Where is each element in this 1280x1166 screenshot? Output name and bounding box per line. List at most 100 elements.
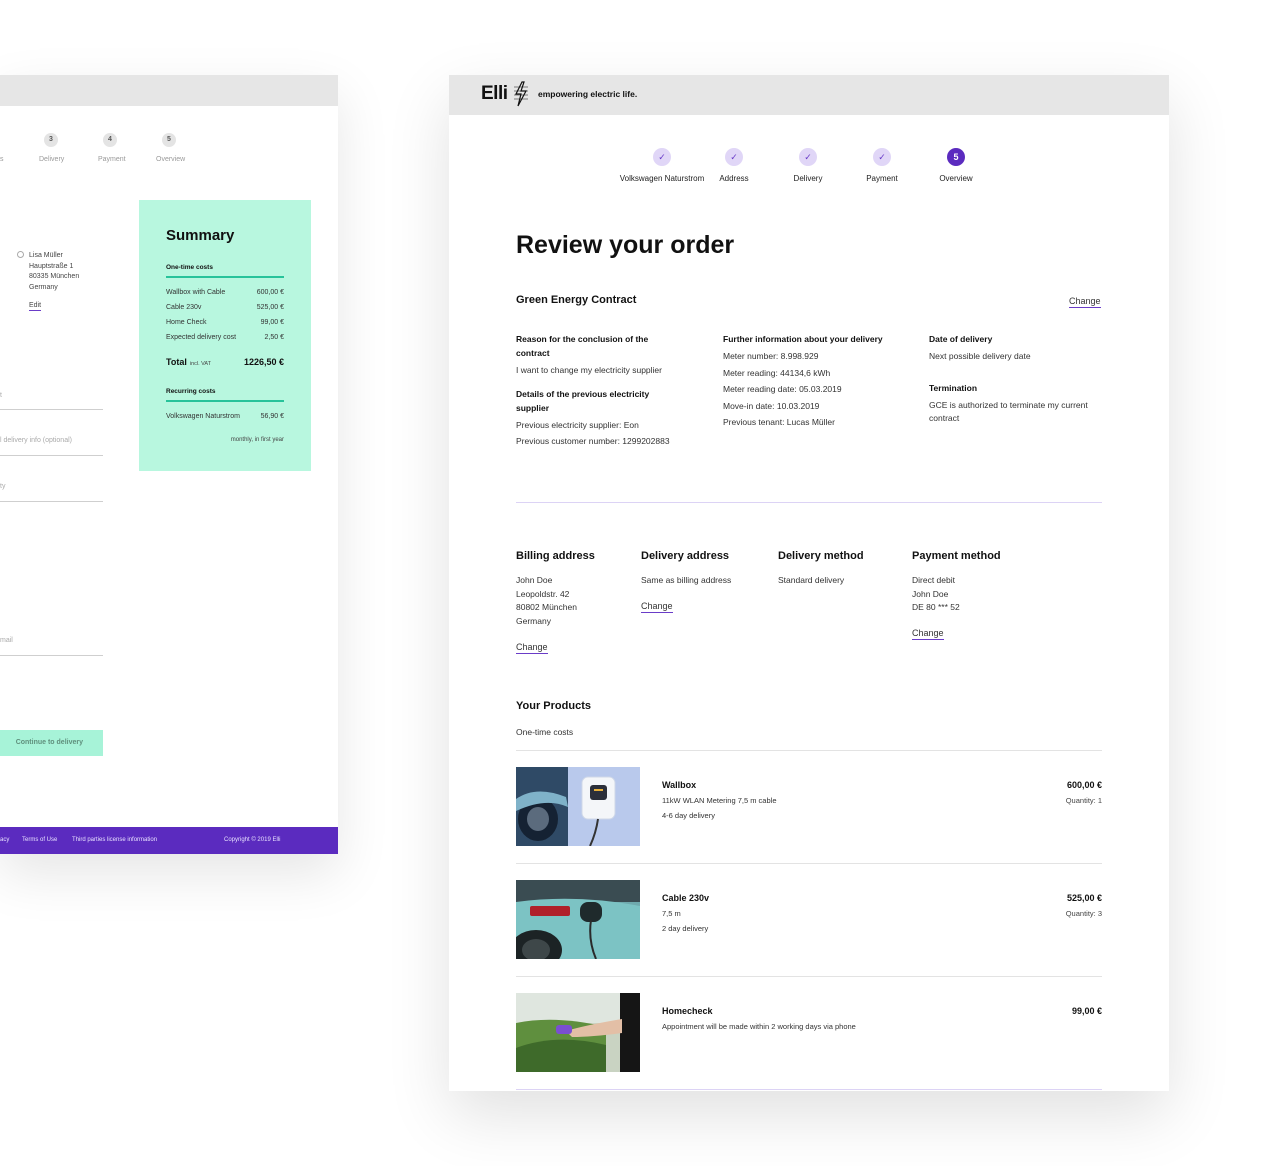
product-name: Homecheck <box>662 1006 713 1016</box>
contract-reason-column: Reason for the conclusion of the contrac… <box>516 332 676 449</box>
step-label: Address <box>719 174 749 183</box>
product-name: Wallbox <box>662 780 697 790</box>
step-delivery[interactable]: ✓ Delivery <box>788 148 828 183</box>
change-delivery-address-link[interactable]: Change <box>641 601 673 613</box>
meter-reading: Meter reading: 44134,6 kWh <box>723 367 831 378</box>
product-delivery-time: 2 day delivery <box>662 924 709 933</box>
summary-row: Wallbox with Cable 600,00 € <box>166 289 284 296</box>
step-label: Payment <box>866 174 898 183</box>
product-price: 600,00 € <box>1066 780 1102 790</box>
product-detail: 11kW WLAN Metering 7,5 m cable <box>662 796 777 805</box>
left-step-label: s <box>0 156 4 163</box>
city-field[interactable]: ty <box>0 483 103 502</box>
wallbox-image <box>516 767 640 846</box>
homecheck-image <box>516 993 640 1072</box>
products-divider <box>516 1089 1102 1090</box>
recurring-note: monthly, in first year <box>230 437 284 443</box>
meter-number: Meter number: 8.998.929 <box>723 351 819 361</box>
change-contract-link[interactable]: Change <box>1069 296 1101 308</box>
one-time-costs-heading: One-time costs <box>166 264 213 271</box>
previous-supplier: Previous electricity supplier: Eon <box>516 419 639 430</box>
cable-image <box>516 880 640 959</box>
elli-logo[interactable]: Elli <box>481 83 508 105</box>
product-row-wallbox: Wallbox 11kW WLAN Metering 7,5 m cable 4… <box>516 767 1102 847</box>
summary-recurring-row: Volkswagen Naturstrom 56,90 € <box>166 413 284 420</box>
move-in-date: Move-in date: 10.03.2019 <box>723 400 820 411</box>
recurring-costs-heading: Recurring costs <box>166 388 216 395</box>
left-step-3-label: Delivery <box>39 156 65 163</box>
product-name: Cable 230v <box>662 893 710 903</box>
saved-address: Lisa Müller Hauptstraße 1 80335 München … <box>29 252 80 291</box>
payment-method-heading: Payment method <box>912 550 1001 562</box>
step-address[interactable]: ✓ Address <box>714 148 754 183</box>
billing-address-column: Billing address John Doe Leopoldstr. 42 … <box>516 550 626 628</box>
left-step-4-label: Payment <box>98 156 126 163</box>
third-party-link[interactable]: Third parties license information <box>72 837 157 843</box>
step-label: Volkswagen Naturstrom <box>619 174 705 183</box>
tagline: empowering electric life. <box>538 89 638 99</box>
left-step-5-label: Overview <box>156 156 186 163</box>
section-divider <box>516 502 1102 503</box>
delivery-info-column: Further information about your delivery … <box>723 332 903 431</box>
step-number: 5 <box>947 148 965 166</box>
delivery-date-column: Date of delivery Next possible delivery … <box>929 332 1109 426</box>
products-divider <box>516 750 1102 751</box>
step-payment[interactable]: ✓ Payment <box>862 148 902 183</box>
product-detail: 7,5 m <box>662 909 681 918</box>
summary-panel: Summary One-time costs Wallbox with Cabl… <box>139 200 311 471</box>
check-icon: ✓ <box>653 148 671 166</box>
address-radio[interactable] <box>17 251 24 258</box>
checkout-window-background: s 3 Delivery 4 Payment 5 Overview Lisa M… <box>0 75 338 854</box>
billing-address-heading: Billing address <box>516 550 595 562</box>
page-title: Review your order <box>516 231 735 259</box>
left-footer: acy Terms of Use Third parties license i… <box>0 827 338 854</box>
form-field[interactable]: t <box>0 392 103 410</box>
site-header: Elli empowering electric life. <box>449 75 1169 115</box>
summary-row: Expected delivery cost 2,50 € <box>166 334 284 341</box>
check-icon: ✓ <box>725 148 743 166</box>
product-detail: Appointment will be made within 2 workin… <box>662 1022 856 1031</box>
summary-title: Summary <box>166 227 235 244</box>
product-quantity: Quantity: 1 <box>1065 796 1102 805</box>
products-subheading: One-time costs <box>516 727 574 737</box>
further-info-heading: Further information about your delivery <box>723 334 883 344</box>
bolt-icon <box>514 81 528 107</box>
check-icon: ✓ <box>873 148 891 166</box>
step-volkswagen-naturstrom[interactable]: ✓ Volkswagen Naturstrom <box>617 148 707 183</box>
change-billing-address-link[interactable]: Change <box>516 642 548 654</box>
left-step-4-dot: 4 <box>103 133 117 147</box>
copyright-text: Copyright © 2019 Elli <box>224 837 281 843</box>
products-heading: Your Products <box>516 700 591 712</box>
summary-row: Home Check 99,00 € <box>166 319 284 326</box>
contract-title: Green Energy Contract <box>516 294 637 306</box>
check-icon: ✓ <box>799 148 817 166</box>
delivery-method-column: Delivery method Standard delivery <box>778 550 898 588</box>
continue-to-delivery-button[interactable]: Continue to delivery <box>0 730 103 756</box>
previous-supplier-heading: Details of the previous electricity supp… <box>516 388 650 413</box>
product-row-cable: Cable 230v 7,5 m 2 day delivery 525,00 €… <box>516 880 1102 960</box>
email-field[interactable]: mail <box>0 637 103 656</box>
termination-heading: Termination <box>929 382 978 393</box>
terms-link[interactable]: Terms of Use <box>22 837 57 843</box>
summary-divider <box>166 400 284 402</box>
change-payment-method-link[interactable]: Change <box>912 628 944 640</box>
summary-divider <box>166 276 284 278</box>
reason-heading: Reason for the conclusion of the contrac… <box>516 334 649 358</box>
review-order-window: Elli empowering electric life. ✓ Volkswa… <box>449 75 1169 1091</box>
products-divider <box>516 863 1102 864</box>
left-step-5-dot: 5 <box>162 133 176 147</box>
left-header-bar <box>0 75 338 106</box>
step-overview[interactable]: 5 Overview <box>936 148 976 183</box>
delivery-info-field[interactable]: l delivery info (optional) <box>0 437 103 456</box>
reason-text: I want to change my electricity supplier <box>516 365 662 375</box>
step-label: Overview <box>939 174 973 183</box>
product-quantity: Quantity: 3 <box>1065 909 1102 918</box>
delivery-method-heading: Delivery method <box>778 550 864 562</box>
summary-total: Total incl. VAT 1226,50 € <box>166 357 284 367</box>
privacy-link[interactable]: acy <box>0 837 9 843</box>
step-label: Delivery <box>793 174 823 183</box>
edit-address-link[interactable]: Edit <box>29 302 42 311</box>
products-divider <box>516 976 1102 977</box>
summary-row: Cable 230v 525,00 € <box>166 304 284 311</box>
delivery-date-text: Next possible delivery date <box>929 351 1031 361</box>
